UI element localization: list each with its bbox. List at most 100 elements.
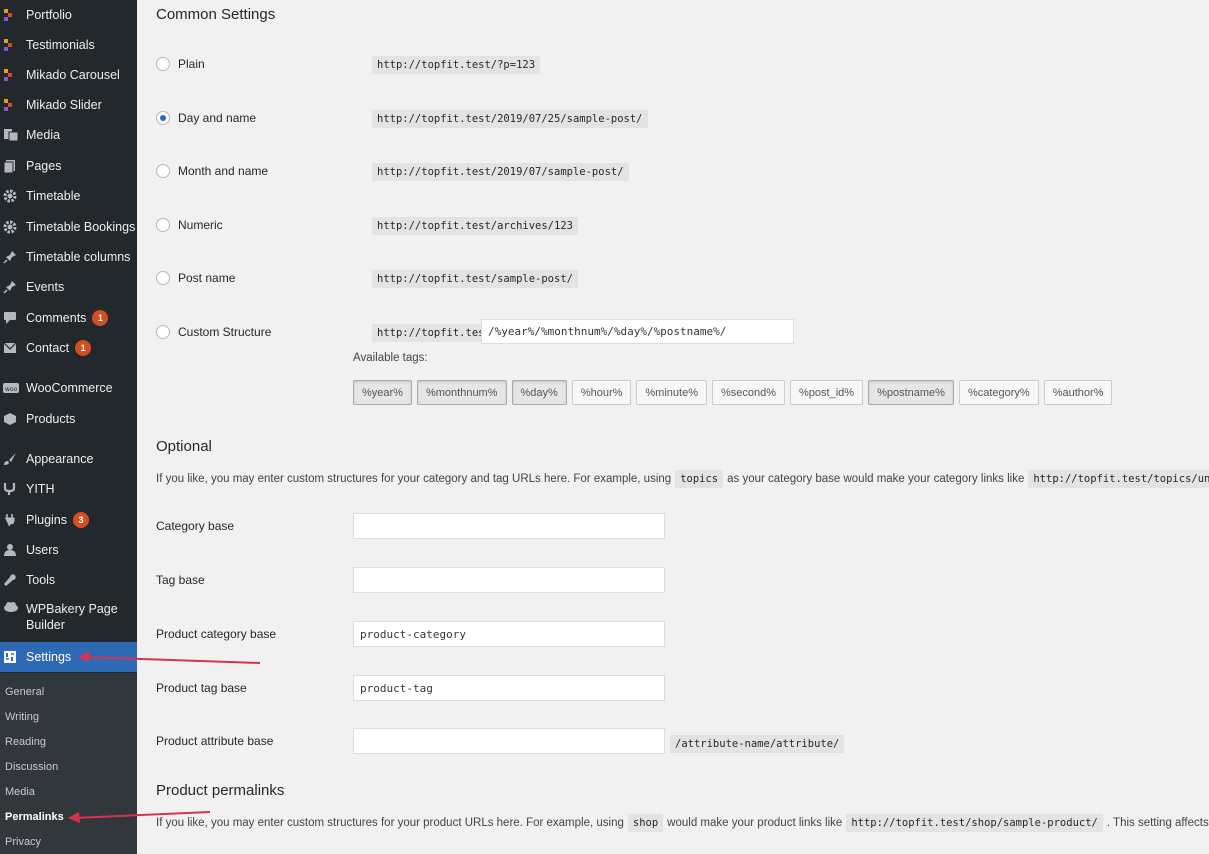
submenu-item-media[interactable]: Media [0, 781, 137, 803]
tag-button[interactable]: %author% [1043, 380, 1113, 405]
custom-prefix: http://topfit.test [372, 324, 496, 342]
attribute-suffix: /attribute-name/attribute/ [670, 734, 845, 753]
sidebar-item-label: Mikado Carousel [26, 68, 120, 82]
gear-icon [0, 220, 26, 234]
tag-button[interactable]: %day% [511, 380, 567, 405]
product-tag-base-row: Product tag base [156, 675, 665, 701]
tag-button[interactable]: %category% [958, 380, 1039, 405]
sidebar-item-label: Portfolio [26, 8, 72, 22]
product-attribute-base-input[interactable] [353, 728, 665, 754]
url-example: http://topfit.test/archives/123 [372, 217, 578, 235]
tag-button[interactable]: %post_id% [790, 380, 864, 405]
permalink-settings-panel: Common Settings Plain http://topfit.test… [137, 0, 1209, 854]
admin-sidebar: Portfolio Testimonials Mikado Carousel Mika… [0, 0, 137, 854]
product-category-base-input[interactable] [353, 621, 665, 647]
field-label: Tag base [156, 573, 205, 587]
sidebar-item-users[interactable]: Users [0, 535, 137, 565]
intro-text: would make your product links like [667, 817, 843, 829]
tag-button[interactable]: %postname% [868, 380, 954, 405]
submenu-item-reading[interactable]: Reading [0, 731, 137, 753]
radio-custom-structure[interactable] [156, 325, 170, 339]
plugin-icon [0, 513, 26, 527]
gear-icon [0, 189, 26, 203]
cloud-icon [0, 601, 26, 613]
intro-text: If you like, you may enter custom struct… [156, 473, 672, 485]
option-post-name[interactable]: Post name http://topfit.test/sample-post… [156, 266, 1196, 290]
radio-day-and-name[interactable] [156, 111, 170, 125]
sidebar-item-timetable-columns[interactable]: Timetable columns [0, 242, 137, 272]
sidebar-item-label: Products [26, 412, 76, 426]
category-base-input[interactable] [353, 513, 665, 539]
field-label: Product category base [156, 627, 277, 641]
optional-heading: Optional [156, 438, 212, 455]
comment-icon [0, 311, 26, 325]
submenu-item-writing[interactable]: Writing [0, 706, 137, 728]
sidebar-item-products[interactable]: Products [0, 404, 137, 434]
submenu-item-discussion[interactable]: Discussion [0, 756, 137, 778]
notification-badge: 3 [73, 512, 89, 528]
notification-badge: 1 [75, 340, 92, 356]
tag-base-input[interactable] [353, 567, 665, 593]
url-example: http://topfit.test/2019/07/sample-post/ [372, 163, 629, 181]
sidebar-item-portfolio[interactable]: Portfolio [0, 0, 137, 30]
tag-button[interactable]: %hour% [571, 380, 632, 405]
tag-button[interactable]: %second% [711, 380, 786, 405]
sidebar-item-label: Testimonials [26, 38, 95, 52]
tag-button[interactable]: %monthnum% [416, 380, 507, 405]
sidebar-item-wpbakery-page-builder[interactable]: WPBakery Page Builder [0, 599, 137, 635]
option-label: Custom Structure [178, 325, 272, 339]
sidebar-item-plugins[interactable]: Plugins 3 [0, 505, 137, 535]
submenu-item-privacy[interactable]: Privacy [0, 831, 137, 853]
sidebar-item-label: Settings [26, 650, 72, 664]
sidebar-item-appearance[interactable]: Appearance [0, 444, 137, 474]
intro-text: If you like, you may enter custom struct… [156, 817, 624, 829]
sidebar-item-contact[interactable]: Contact 1 [0, 333, 137, 363]
pin-icon [0, 280, 26, 294]
sidebar-item-woocommerce[interactable]: woo WooCommerce [0, 373, 137, 403]
sidebar-item-label: Events [26, 280, 65, 294]
radio-plain[interactable] [156, 57, 170, 71]
pages-icon [0, 159, 26, 173]
custom-structure-input[interactable] [481, 319, 794, 344]
radio-post-name[interactable] [156, 271, 170, 285]
sidebar-item-timetable-bookings[interactable]: Timetable Bookings [0, 212, 137, 242]
sidebar-item-label: Pages [26, 159, 62, 173]
available-tags: %year% %monthnum% %day% %hour% %minute% %seco… [353, 380, 1113, 405]
sidebar-item-mikado-slider[interactable]: Mikado Slider [0, 90, 137, 120]
url-example: http://topfit.test/sample-post/ [372, 270, 578, 288]
sidebar-item-yith[interactable]: YITH [0, 474, 137, 504]
product-tag-base-input[interactable] [353, 675, 665, 701]
sidebar-item-label: WooCommerce [26, 381, 113, 395]
sidebar-item-label: YITH [26, 482, 55, 496]
intro-text: as your category base would make your ca… [727, 473, 1025, 485]
sidebar-item-label: Media [26, 128, 61, 142]
option-label: Month and name [178, 164, 269, 178]
radio-month-and-name[interactable] [156, 164, 170, 178]
sidebar-item-testimonials[interactable]: Testimonials [0, 30, 137, 60]
field-label: Product attribute base [156, 734, 274, 748]
option-day-and-name[interactable]: Day and name http://topfit.test/2019/07/… [156, 106, 1196, 130]
option-numeric[interactable]: Numeric http://topfit.test/archives/123 [156, 213, 1196, 237]
tag-button[interactable]: %year% [353, 380, 412, 405]
mikado-icon [0, 9, 26, 21]
brush-icon [0, 452, 26, 466]
radio-numeric[interactable] [156, 218, 170, 232]
sidebar-item-events[interactable]: Events [0, 272, 137, 302]
mikado-icon [0, 99, 26, 111]
option-plain[interactable]: Plain http://topfit.test/?p=123 [156, 52, 1196, 76]
submenu-item-general[interactable]: General [0, 681, 137, 703]
tag-button[interactable]: %minute% [636, 380, 707, 405]
sidebar-item-label: Contact [26, 341, 70, 355]
sidebar-item-timetable[interactable]: Timetable [0, 181, 137, 211]
mikado-icon [0, 69, 26, 81]
option-month-and-name[interactable]: Month and name http://topfit.test/2019/0… [156, 159, 1196, 183]
option-label: Numeric [178, 218, 223, 232]
common-settings-heading: Common Settings [156, 6, 276, 23]
sidebar-item-pages[interactable]: Pages [0, 151, 137, 181]
notification-badge: 1 [92, 310, 109, 326]
sidebar-item-comments[interactable]: Comments 1 [0, 303, 137, 333]
mail-icon [0, 342, 26, 354]
sidebar-item-tools[interactable]: Tools [0, 565, 137, 595]
sidebar-item-media[interactable]: Media [0, 120, 137, 150]
sidebar-item-mikado-carousel[interactable]: Mikado Carousel [0, 60, 137, 90]
